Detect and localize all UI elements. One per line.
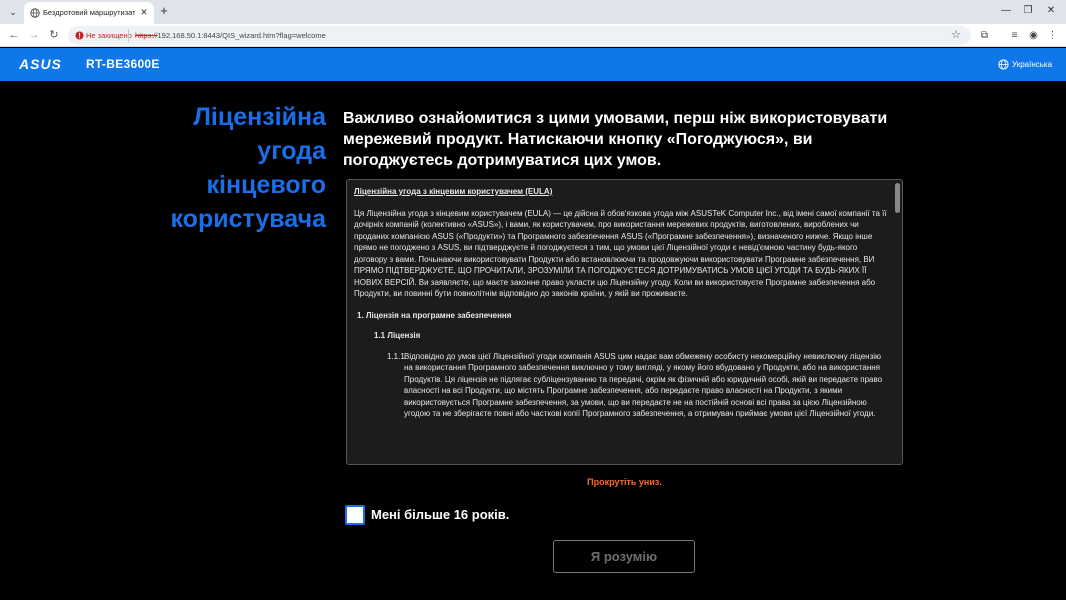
language-label: Українська [1012, 60, 1053, 69]
tab-menu-icon[interactable]: ⌄ [5, 5, 21, 19]
globe-icon [998, 59, 1009, 70]
browser-toolbar: ← → ↻ Не захищено https://192.168.50.1:8… [0, 24, 1066, 47]
tab-title: Бездротовий маршрутизатор ASUS [43, 8, 135, 17]
eula-heading: Ліцензійна угода з кінцевим користувачем… [354, 187, 553, 196]
close-icon[interactable]: ✕ [138, 6, 150, 18]
eula-item-text: Відповідно до умов цієї Ліцензійної угод… [404, 351, 883, 419]
minimize-icon[interactable]: — [999, 4, 1013, 18]
page-title: Ліцензійна угода кінцевого користувача [170, 103, 326, 233]
router-model: RT-BE3600E [86, 57, 160, 71]
age-checkbox[interactable] [345, 505, 365, 525]
age-checkbox-label[interactable]: Мені більше 16 років. [371, 507, 509, 523]
eula-scroll-box[interactable]: Ліцензійна угода з кінцевим користувачем… [346, 179, 903, 465]
asus-logo: ASUS [19, 57, 62, 71]
browser-tab[interactable]: Бездротовий маршрутизатор ASUS ✕ [24, 2, 154, 24]
window-close-icon[interactable]: ✕ [1044, 4, 1058, 18]
plus-icon[interactable]: + [157, 4, 171, 18]
eula-item-number: 1.1.1 [387, 351, 405, 361]
url-text[interactable]: https://192.168.50.1:8443/QIS_wizard.htm… [135, 30, 326, 41]
eula-intro: Ця Ліцензійна угода з кінцевим користува… [354, 208, 887, 299]
eula-item-1-1-1: 1.1.1 Відповідно до умов цієї Ліцензійно… [354, 351, 890, 420]
browser-tabstrip: ⌄ Бездротовий маршрутизатор ASUS ✕ + — ❐… [0, 0, 1066, 24]
back-icon[interactable]: ← [7, 28, 21, 42]
globe-favicon-icon [30, 8, 40, 18]
asus-header: ASUS RT-BE3600E Українська [0, 48, 1066, 81]
maximize-icon[interactable]: ❐ [1021, 4, 1035, 18]
eula-content: Ліцензійна угода з кінцевим користувачем… [354, 186, 890, 420]
url-path: 192.168.50.1:8443/QIS_wizard.htm?flag=we… [157, 31, 326, 40]
understand-button[interactable]: Я розумію [553, 540, 695, 573]
url-separator [128, 29, 129, 42]
svg-text:ASUS: ASUS [19, 57, 62, 71]
eula-section-1-1: 1.1 Ліцензія [374, 331, 421, 340]
warning-icon [75, 31, 84, 40]
eula-scrollbar[interactable] [895, 183, 900, 213]
lead-text: Важливо ознайомитися з цими умовами, пер… [343, 110, 888, 169]
extensions-icon[interactable]: ⧉ [978, 29, 991, 42]
eula-section-1: 1. Ліцензія на програмне забезпечення [357, 310, 512, 320]
reading-list-icon[interactable]: ≡ [1008, 29, 1021, 42]
star-icon[interactable]: ☆ [951, 29, 961, 42]
scroll-hint: Прокрутіть униз. [587, 477, 662, 487]
reload-icon[interactable]: ↻ [47, 28, 61, 42]
forward-icon[interactable]: → [27, 28, 41, 42]
more-icon[interactable]: ⋮ [1046, 29, 1059, 42]
profile-icon[interactable]: ◉ [1027, 29, 1040, 42]
address-bar[interactable]: Не захищено https://192.168.50.1:8443/QI… [68, 26, 971, 45]
url-scheme: https:// [135, 31, 158, 40]
security-label[interactable]: Не захищено [86, 30, 132, 41]
